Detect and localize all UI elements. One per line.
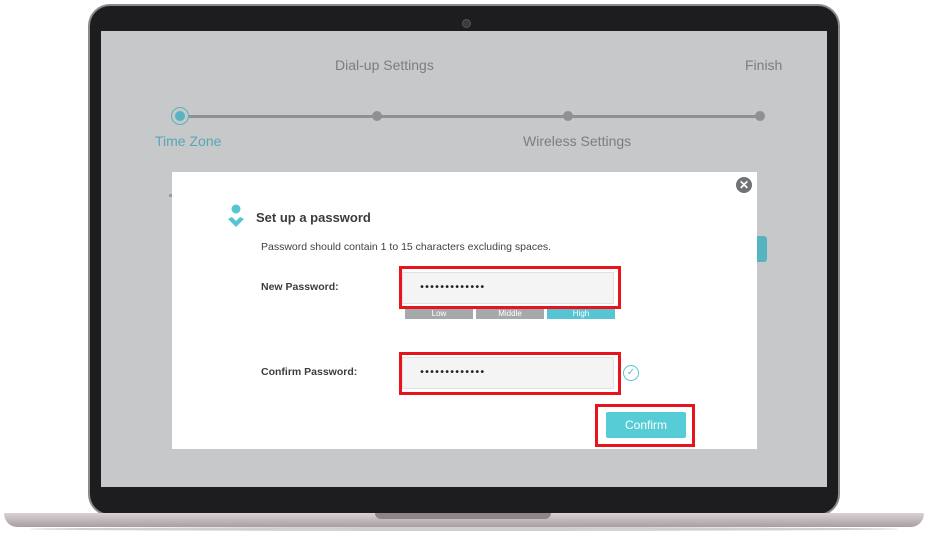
confirm-password-label: Confirm Password: [261,366,358,378]
dialog-title: Set up a password [256,209,371,225]
step-dialup-dot[interactable] [372,111,382,121]
dialog-header: Set up a password [226,204,371,230]
strength-low: Low [405,309,473,319]
laptop-shadow [30,527,898,531]
step-finish-label: Finish [745,57,783,73]
step-wireless-dot[interactable] [563,111,573,121]
background-button-edge [757,236,767,262]
check-circle-icon: ✓ [623,365,639,381]
step-finish-dot[interactable] [755,111,765,121]
step-dialup-label: Dial-up Settings [335,57,434,73]
password-dialog: ✕ Set up a password Password should cont… [172,172,757,449]
step-timezone-label: Time Zone [155,133,222,149]
screen: Dial-up Settings Finish Time Zone Wirele… [101,31,827,487]
strength-high: High [547,309,615,319]
password-hint: Password should contain 1 to 15 characte… [261,241,552,253]
laptop-notch [375,513,551,519]
camera-icon [462,19,471,28]
wizard-track [180,115,761,118]
password-strength-meter: Low Middle High [405,309,618,319]
strength-middle: Middle [476,309,544,319]
close-icon[interactable]: ✕ [736,177,752,193]
confirm-password-highlight [399,352,621,395]
new-password-label: New Password: [261,281,339,293]
password-logo-icon [226,204,246,230]
step-wireless-label: Wireless Settings [523,133,632,149]
step-timezone-dot[interactable] [175,111,185,121]
confirm-button-highlight [595,404,695,447]
new-password-highlight [399,266,621,309]
